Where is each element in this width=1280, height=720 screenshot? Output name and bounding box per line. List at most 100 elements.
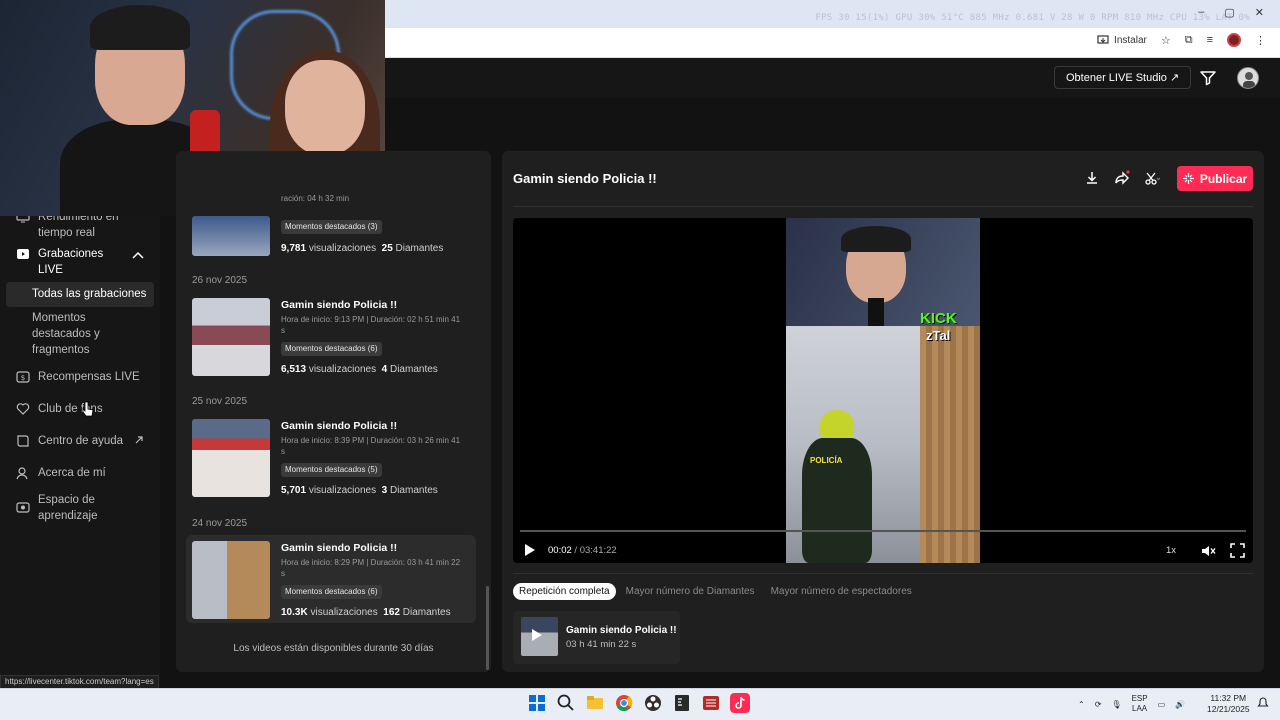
video-wood-wall xyxy=(920,326,980,563)
video-player[interactable]: POLICÍA KICK zTal xyxy=(513,218,1253,563)
language-top: ESP xyxy=(1131,694,1148,703)
minimize-button[interactable]: – xyxy=(1198,6,1204,19)
recording-meta: Hora de inicio: 9:13 PM | Duración: 02 h… xyxy=(281,315,461,335)
tab-full-replay[interactable]: Repetición completa xyxy=(513,583,616,600)
chevron-up-icon[interactable] xyxy=(132,251,144,259)
media-control-icon[interactable]: ≡ xyxy=(1207,34,1213,46)
replay-clip-card[interactable]: Gamin siendo Policia !! 03 h 41 min 22 s xyxy=(513,611,680,664)
tab-most-viewers[interactable]: Mayor número de espectadores xyxy=(765,583,918,600)
recording-thumbnail xyxy=(192,541,270,619)
police-label: POLICÍA xyxy=(810,456,843,465)
browser-menu-icon[interactable]: ⋮ xyxy=(1255,34,1266,47)
bookmark-star-icon[interactable]: ☆ xyxy=(1161,34,1171,47)
recording-date: 25 nov 2025 xyxy=(192,396,248,407)
install-icon xyxy=(1097,34,1109,44)
highlights-chip[interactable]: Momentos destacados (6) xyxy=(281,342,382,356)
diamonds-count: 25 xyxy=(381,243,393,254)
learning-icon xyxy=(16,502,30,513)
sidebar-subitem-all-recordings[interactable]: Todas las grabaciones xyxy=(32,286,146,302)
divider xyxy=(513,206,1253,207)
get-live-studio-button[interactable]: Obtener LIVE Studio ↗ xyxy=(1054,66,1192,89)
sidebar: Rendimiento en tiempo real Grabaciones L… xyxy=(0,211,160,686)
sidebar-item-live-recordings[interactable]: Grabaciones LIVE xyxy=(16,246,144,278)
video-frame: POLICÍA KICK zTal xyxy=(786,218,980,563)
diamonds-label: Diamantes xyxy=(402,607,451,618)
recording-stats: 10.3K visualizaciones 162 Diamantes xyxy=(281,607,451,618)
heart-shield-icon xyxy=(16,403,30,415)
sidebar-item-label: Recompensas LIVE xyxy=(38,371,140,383)
mute-icon[interactable] xyxy=(1200,543,1216,559)
recording-title: Gamin siendo Policia !! xyxy=(281,420,398,432)
recording-thumbnail xyxy=(192,298,270,376)
recording-item-selected[interactable]: Gamin siendo Policia !! Hora de inicio: … xyxy=(186,535,476,623)
recording-stats: 9,781 visualizaciones 25 Diamantes xyxy=(281,243,443,254)
share-icon[interactable] xyxy=(1114,170,1130,186)
sidebar-subitem-highlights[interactable]: Momentos destacados y fragmentos xyxy=(32,310,122,358)
clip-play-icon xyxy=(532,629,542,641)
diamonds-label: Diamantes xyxy=(395,243,444,254)
search-icon[interactable] xyxy=(556,693,576,713)
fullscreen-icon[interactable] xyxy=(1230,543,1245,558)
user-avatar[interactable] xyxy=(1237,67,1259,89)
highlights-chip[interactable]: Momentos destacados (6) xyxy=(281,585,382,599)
taskbar-clock[interactable]: 11:32 PM 12/21/2025 xyxy=(1207,693,1250,715)
language-indicator[interactable]: ESP LAA xyxy=(1132,694,1148,714)
windows-start-icon[interactable] xyxy=(527,693,547,713)
sync-icon[interactable]: ⟳ xyxy=(1095,700,1102,709)
video-progress-bar[interactable] xyxy=(520,530,1246,532)
download-icon[interactable] xyxy=(1084,170,1100,186)
file-explorer-icon[interactable] xyxy=(585,693,605,713)
sidebar-item-label: Acerca de mí xyxy=(38,467,106,479)
sidebar-item-rewards[interactable]: $ Recompensas LIVE xyxy=(16,369,140,385)
maximize-button[interactable]: ▢ xyxy=(1224,6,1234,19)
recording-thumbnail xyxy=(192,216,270,256)
sidebar-item-help-center[interactable]: Centro de ayuda xyxy=(16,433,143,449)
volume-icon[interactable]: 🔊 xyxy=(1175,700,1185,709)
recording-meta: Hora de inicio: 8:29 PM | Duración: 03 h… xyxy=(281,558,461,578)
views-count: 9,781 xyxy=(281,243,307,254)
svg-text:$: $ xyxy=(21,374,25,382)
total-duration: 03:41:22 xyxy=(579,545,617,556)
close-button[interactable]: ✕ xyxy=(1255,6,1264,19)
microphone-icon[interactable]: 🎙 xyxy=(1111,700,1121,709)
profile-avatar[interactable] xyxy=(1227,33,1241,47)
sidebar-item-label: Centro de ayuda xyxy=(38,435,124,447)
publish-button[interactable]: Publicar xyxy=(1177,166,1253,191)
recording-item[interactable]: Gamin siendo Policia !! Hora de inicio: … xyxy=(186,292,476,380)
sidebar-item-learning-space[interactable]: Espacio de aprendizaje xyxy=(16,492,118,524)
obs-icon[interactable] xyxy=(643,693,663,713)
recording-item[interactable]: ración: 04 h 32 min Momentos destacados … xyxy=(186,188,476,258)
tab-most-diamonds[interactable]: Mayor número de Diamantes xyxy=(620,583,761,600)
recordings-scrollbar[interactable] xyxy=(486,586,489,670)
chevron-up-icon[interactable]: ⌃ xyxy=(1078,700,1085,709)
playback-speed-button[interactable]: 1x xyxy=(1166,545,1176,556)
recording-title: Gamin siendo Policia !! xyxy=(281,542,398,554)
recording-item[interactable]: Gamin siendo Policia !! Hora de inicio: … xyxy=(186,413,476,501)
tiktok-live-studio-icon[interactable] xyxy=(730,693,750,713)
mouse-cursor-icon xyxy=(82,401,94,417)
network-icon[interactable]: ▭ xyxy=(1158,700,1166,709)
recording-date: 24 nov 2025 xyxy=(192,518,248,529)
install-app-button[interactable]: Instalar xyxy=(1097,35,1147,46)
divider xyxy=(513,573,1253,574)
scissors-icon[interactable] xyxy=(1144,170,1160,186)
notification-bell-icon[interactable] xyxy=(1257,697,1269,709)
streamer-app-icon[interactable] xyxy=(701,693,721,713)
status-url-tooltip: https://livecenter.tiktok.com/team?lang=… xyxy=(0,675,159,689)
dollar-icon: $ xyxy=(16,371,30,383)
highlights-chip[interactable]: Momentos destacados (3) xyxy=(281,220,382,234)
filter-icon[interactable] xyxy=(1199,69,1217,87)
clock-time: 11:32 PM xyxy=(1210,693,1247,703)
diamonds-count: 3 xyxy=(381,485,388,496)
replay-tabs: Repetición completa Mayor número de Diam… xyxy=(513,583,918,600)
epic-games-icon[interactable] xyxy=(672,693,692,713)
police-helmet xyxy=(820,410,854,440)
address-bar[interactable] xyxy=(385,31,1085,53)
tab-search-icon[interactable]: ⧉ xyxy=(1185,34,1193,47)
chrome-icon[interactable] xyxy=(614,693,634,713)
views-label: visualizaciones xyxy=(310,607,378,618)
sidebar-item-about-me[interactable]: Acerca de mí xyxy=(16,465,106,481)
play-icon[interactable] xyxy=(522,543,536,557)
book-icon xyxy=(17,435,29,447)
highlights-chip[interactable]: Momentos destacados (5) xyxy=(281,463,382,477)
